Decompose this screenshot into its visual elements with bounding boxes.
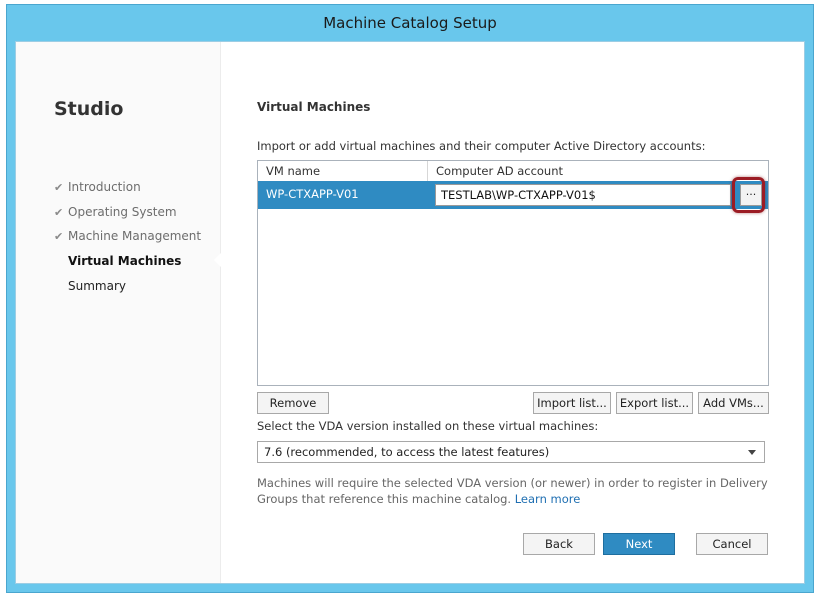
ad-account-field[interactable] [435,184,731,206]
step-label: Introduction [68,180,141,194]
window-title: Machine Catalog Setup [323,14,497,32]
cancel-button[interactable]: Cancel [696,533,768,555]
wizard-sidebar: Studio ✔ Introduction ✔ Operating System ✔… [16,42,221,583]
instructions-text: Import or add virtual machines and their… [257,139,706,153]
vda-selected-value: 7.6 (recommended, to access the latest f… [264,445,550,459]
step-virtual-machines: Virtual Machines [68,254,181,268]
check-icon: ✔ [54,181,64,194]
machine-catalog-setup-window: Machine Catalog Setup Studio ✔ Introducti… [6,4,814,593]
step-operating-system: ✔ Operating System [54,205,177,219]
step-label: Virtual Machines [68,254,182,268]
next-button[interactable]: Next [603,533,675,555]
import-list-button[interactable]: Import list... [533,392,611,414]
check-icon: ✔ [54,206,64,219]
step-introduction: ✔ Introduction [54,180,141,194]
table-row[interactable]: WP-CTXAPP-V01 ... [258,177,768,213]
step-summary: Summary [68,279,126,293]
page-title: Virtual Machines [257,100,371,114]
wizard-content: Studio ✔ Introduction ✔ Operating System ✔… [15,41,805,584]
grid-header: VM name Computer AD account [258,161,768,182]
vm-grid[interactable]: VM name Computer AD account WP-CTXAPP-V0… [257,160,769,386]
step-label: Operating System [68,205,177,219]
column-header-vm-name[interactable]: VM name [258,161,428,181]
note-text: Machines will require the selected VDA v… [257,476,768,506]
vda-version-select[interactable]: 7.6 (recommended, to access the latest f… [257,441,765,463]
chevron-down-icon [748,450,756,455]
highlight-ring [732,177,765,213]
vda-version-label: Select the VDA version installed on thes… [257,419,599,433]
remove-button[interactable]: Remove [257,392,329,414]
step-label: Summary [68,279,126,293]
vda-note: Machines will require the selected VDA v… [257,475,777,507]
add-vms-button[interactable]: Add VMs... [698,392,769,414]
learn-more-link[interactable]: Learn more [515,492,581,506]
step-machine-management: ✔ Machine Management [54,229,201,243]
export-list-button[interactable]: Export list... [616,392,693,414]
check-icon: ✔ [54,230,64,243]
step-label: Machine Management [68,229,202,243]
back-button[interactable]: Back [523,533,595,555]
column-header-ad-account[interactable]: Computer AD account [428,161,768,181]
vm-name-cell: WP-CTXAPP-V01 [266,187,359,201]
sidebar-heading: Studio [54,98,124,120]
current-step-pointer [214,252,222,268]
